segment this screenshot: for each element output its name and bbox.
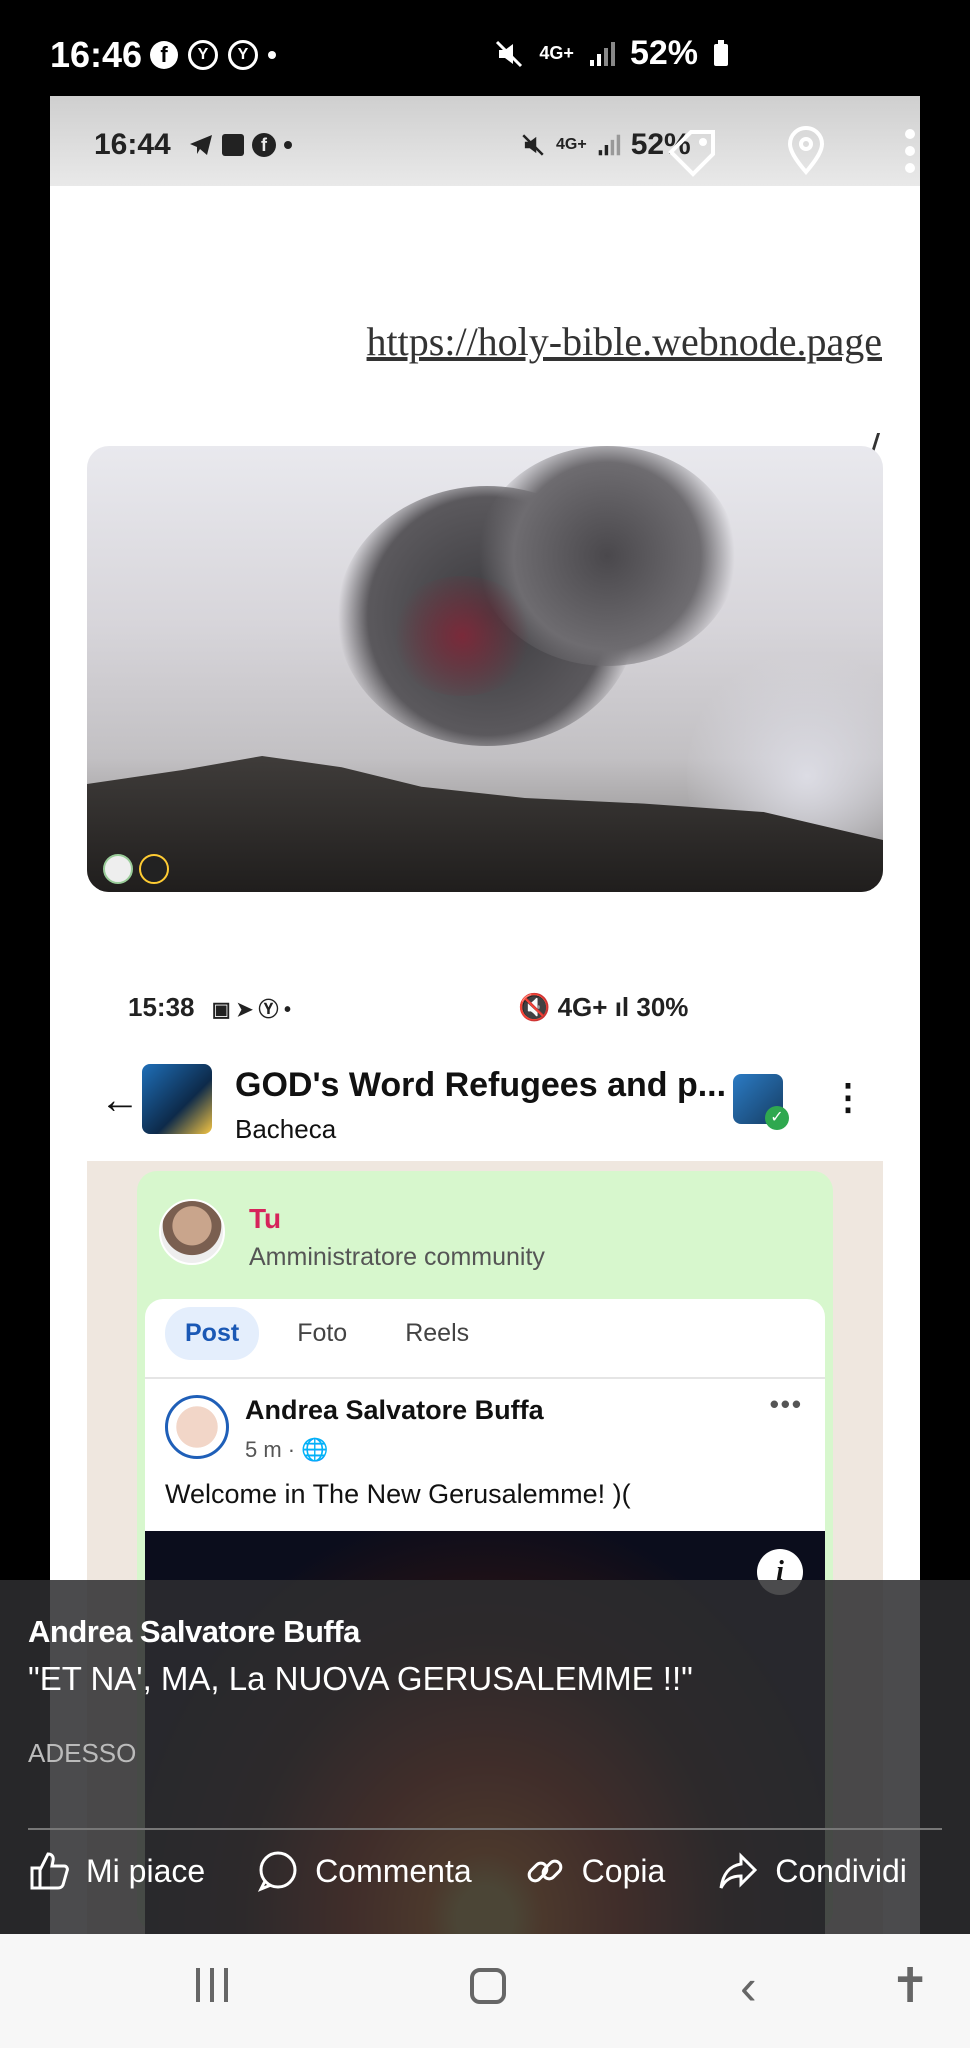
logo-icon	[103, 854, 133, 884]
navigation-bar: ‹ ✝	[0, 1934, 970, 2048]
divider	[145, 1377, 825, 1379]
battery-percent: 52%	[629, 34, 698, 72]
more-vertical-icon[interactable]	[902, 126, 918, 176]
back-icon[interactable]: ‹	[740, 1958, 757, 2016]
notification-dot-icon	[268, 51, 276, 59]
comment-label: Commenta	[315, 1852, 472, 1889]
group-header: ← GOD's Word Refugees and p... Bacheca ⋮	[50, 1056, 920, 1156]
like-button[interactable]: Mi piace	[28, 1850, 205, 1892]
notification-overlay[interactable]: Andrea Salvatore Buffa "ET NA', MA, La N…	[0, 1580, 970, 1934]
facebook-icon: f	[150, 41, 178, 69]
post-time: 5 m · 🌐	[245, 1437, 329, 1463]
notification-dot-icon	[284, 141, 292, 149]
notification-time: ADESSO	[28, 1738, 137, 1768]
tag-icon[interactable]	[665, 126, 719, 180]
post-menu-icon[interactable]: •••	[770, 1389, 803, 1420]
outer-status-bar: 16:46 f Y Y 4G+ 52%	[0, 0, 970, 96]
signal-icon	[589, 41, 615, 66]
facebook-icon: f	[252, 133, 276, 157]
comment-button[interactable]: Commenta	[257, 1850, 472, 1892]
nested-status-bar: 15:38 ▣ ➤ Ⓨ • 🔇 4G+ ıl 30%	[128, 992, 688, 1023]
mute-icon	[522, 134, 544, 156]
status-left-icons: f Y Y	[150, 40, 276, 70]
admin-role: Amministratore community	[249, 1243, 545, 1271]
post-tabs: Post Foto Reels	[165, 1307, 489, 1360]
inner-status-time: 16:44	[94, 128, 171, 161]
share-icon	[719, 1852, 758, 1889]
home-icon[interactable]	[470, 1968, 506, 2004]
nested-status-right: 🔇 4G+ ıl 30%	[518, 992, 689, 1022]
status-right: 4G+ 52%	[493, 34, 730, 73]
copy-button[interactable]: Copia	[524, 1850, 666, 1892]
logo-icon	[139, 854, 169, 884]
link-icon	[527, 1859, 562, 1883]
inner-status-icons: f	[188, 132, 292, 158]
admin-name: Tu	[249, 1203, 282, 1234]
tab-foto[interactable]: Foto	[277, 1307, 367, 1360]
comment-icon	[258, 1851, 297, 1892]
globe-icon: 🌐	[301, 1437, 329, 1462]
more-vertical-icon[interactable]: ⋮	[830, 1076, 866, 1118]
group-subtitle: Bacheca	[235, 1114, 337, 1144]
telegram-icon	[190, 135, 212, 155]
group-avatar[interactable]	[142, 1064, 212, 1134]
nested-status-time: 15:38	[128, 992, 195, 1022]
gallery-telegram-yandex-icons: ▣ ➤ Ⓨ •	[211, 999, 292, 1021]
share-button[interactable]: Condividi	[717, 1850, 907, 1892]
avatar[interactable]	[159, 1199, 225, 1265]
status-time: 16:46	[50, 34, 143, 75]
network-4g-icon: 4G+	[539, 43, 574, 63]
yandex-icon: Y	[228, 40, 258, 70]
like-label: Mi piace	[86, 1852, 206, 1889]
mini-logos	[103, 854, 169, 884]
accessibility-icon[interactable]: ✝	[890, 1958, 930, 2014]
tab-reels[interactable]: Reels	[385, 1307, 489, 1360]
nested-battery: 30%	[636, 992, 689, 1022]
back-arrow-icon[interactable]: ←	[100, 1078, 140, 1123]
notification-message: "ET NA', MA, La NUOVA GERUSALEMME !!"	[28, 1660, 693, 1697]
notification-actions: Mi piace Commenta Copia Condividi	[28, 1850, 959, 1892]
network-4g-icon: 4G+	[556, 136, 587, 153]
location-pin-icon[interactable]	[786, 126, 826, 176]
inner-status-bar: 16:44 f 4G+ 52%	[50, 96, 920, 186]
group-name[interactable]: GOD's Word Refugees and p...	[235, 1066, 726, 1105]
post-text: Welcome in The New Gerusalemme! )(	[165, 1479, 631, 1509]
signal-icon	[598, 134, 620, 156]
post-author[interactable]: Andrea Salvatore Buffa	[245, 1395, 544, 1426]
website-link[interactable]: https://holy-bible.webnode.page	[367, 318, 882, 365]
thumbs-up-icon	[30, 1852, 69, 1890]
post-time-text: 5 m ·	[245, 1437, 296, 1462]
volcano-eruption-photo	[87, 446, 883, 892]
author-avatar[interactable]	[165, 1395, 229, 1459]
copy-label: Copia	[581, 1852, 666, 1889]
battery-icon	[714, 39, 728, 66]
recents-icon[interactable]	[196, 1968, 228, 2002]
tab-post[interactable]: Post	[165, 1307, 260, 1360]
notification-sender: Andrea Salvatore Buffa	[28, 1614, 360, 1649]
divider	[28, 1828, 942, 1830]
yandex-icon: Y	[188, 40, 218, 70]
share-label: Condividi	[775, 1852, 907, 1889]
verified-group-icon[interactable]	[733, 1074, 789, 1130]
mute-icon	[496, 40, 523, 67]
gallery-icon	[222, 134, 244, 156]
